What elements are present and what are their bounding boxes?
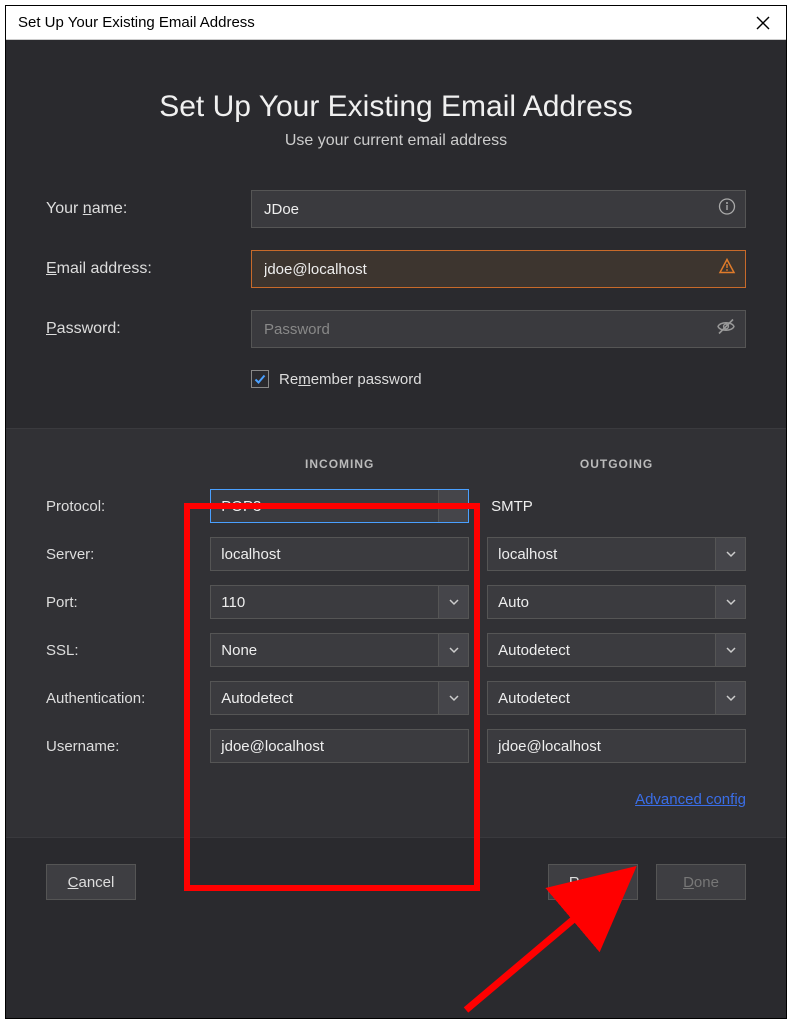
outgoing-username-input[interactable]: jdoe@localhost [487,729,746,763]
server-label: Server: [46,546,210,563]
name-label: Your name: [46,200,251,218]
incoming-username-input[interactable]: jdoe@localhost [210,729,469,763]
dialog-window: Set Up Your Existing Email Address Set U… [5,5,787,1019]
outgoing-protocol-value: SMTP [487,489,746,523]
server-config: INCOMING OUTGOING Protocol: POP3 SMTP Se… [6,429,786,837]
outgoing-auth-select[interactable]: Autodetect [487,681,746,715]
outgoing-server-select[interactable]: localhost [487,537,746,571]
warning-icon [718,258,736,281]
chevron-down-icon [438,586,468,618]
incoming-header: INCOMING [210,457,469,471]
port-label: Port: [46,594,210,611]
titlebar: Set Up Your Existing Email Address [6,6,786,40]
titlebar-title: Set Up Your Existing Email Address [18,14,255,31]
remember-checkbox[interactable] [251,370,269,388]
password-row: Password: [46,310,746,348]
password-input[interactable] [251,310,746,348]
email-input[interactable] [251,250,746,288]
chevron-down-icon [438,490,468,522]
chevron-down-icon [438,682,468,714]
outgoing-port-select[interactable]: Auto [487,585,746,619]
remember-label: Remember password [279,371,422,388]
chevron-down-icon [438,634,468,666]
incoming-ssl-select[interactable]: None [210,633,469,667]
advanced-config-link[interactable]: Advanced config [635,791,746,808]
protocol-label: Protocol: [46,498,210,515]
incoming-port-select[interactable]: 110 [210,585,469,619]
info-icon [718,198,736,221]
outgoing-header: OUTGOING [487,457,746,471]
username-label: Username: [46,738,210,755]
email-label: Email address: [46,260,251,278]
incoming-auth-select[interactable]: Autodetect [210,681,469,715]
incoming-protocol-select[interactable]: POP3 [210,489,469,523]
retest-button[interactable]: Re-test [548,864,638,900]
chevron-down-icon [715,538,745,570]
auth-label: Authentication: [46,690,210,707]
account-form: Your name: Email address: [6,160,786,398]
heading-area: Set Up Your Existing Email Address Use y… [6,40,786,160]
ssl-label: SSL: [46,642,210,659]
email-row: Email address: [46,250,746,288]
remember-row[interactable]: Remember password [251,370,746,388]
done-button[interactable]: Done [656,864,746,900]
name-input[interactable] [251,190,746,228]
chevron-down-icon [715,586,745,618]
dialog-content: Set Up Your Existing Email Address Use y… [6,40,786,1018]
cancel-button[interactable]: Cancel [46,864,136,900]
eye-off-icon[interactable] [716,317,736,342]
incoming-server-input[interactable]: localhost [210,537,469,571]
page-subtitle: Use your current email address [26,132,766,150]
chevron-down-icon [715,682,745,714]
checkmark-icon [253,372,267,386]
password-label: Password: [46,320,251,338]
name-row: Your name: [46,190,746,228]
outgoing-ssl-select[interactable]: Autodetect [487,633,746,667]
page-title: Set Up Your Existing Email Address [26,90,766,124]
close-button[interactable] [750,10,776,36]
button-bar: Cancel Re-test Done [6,837,786,930]
chevron-down-icon [715,634,745,666]
close-icon [756,16,770,30]
